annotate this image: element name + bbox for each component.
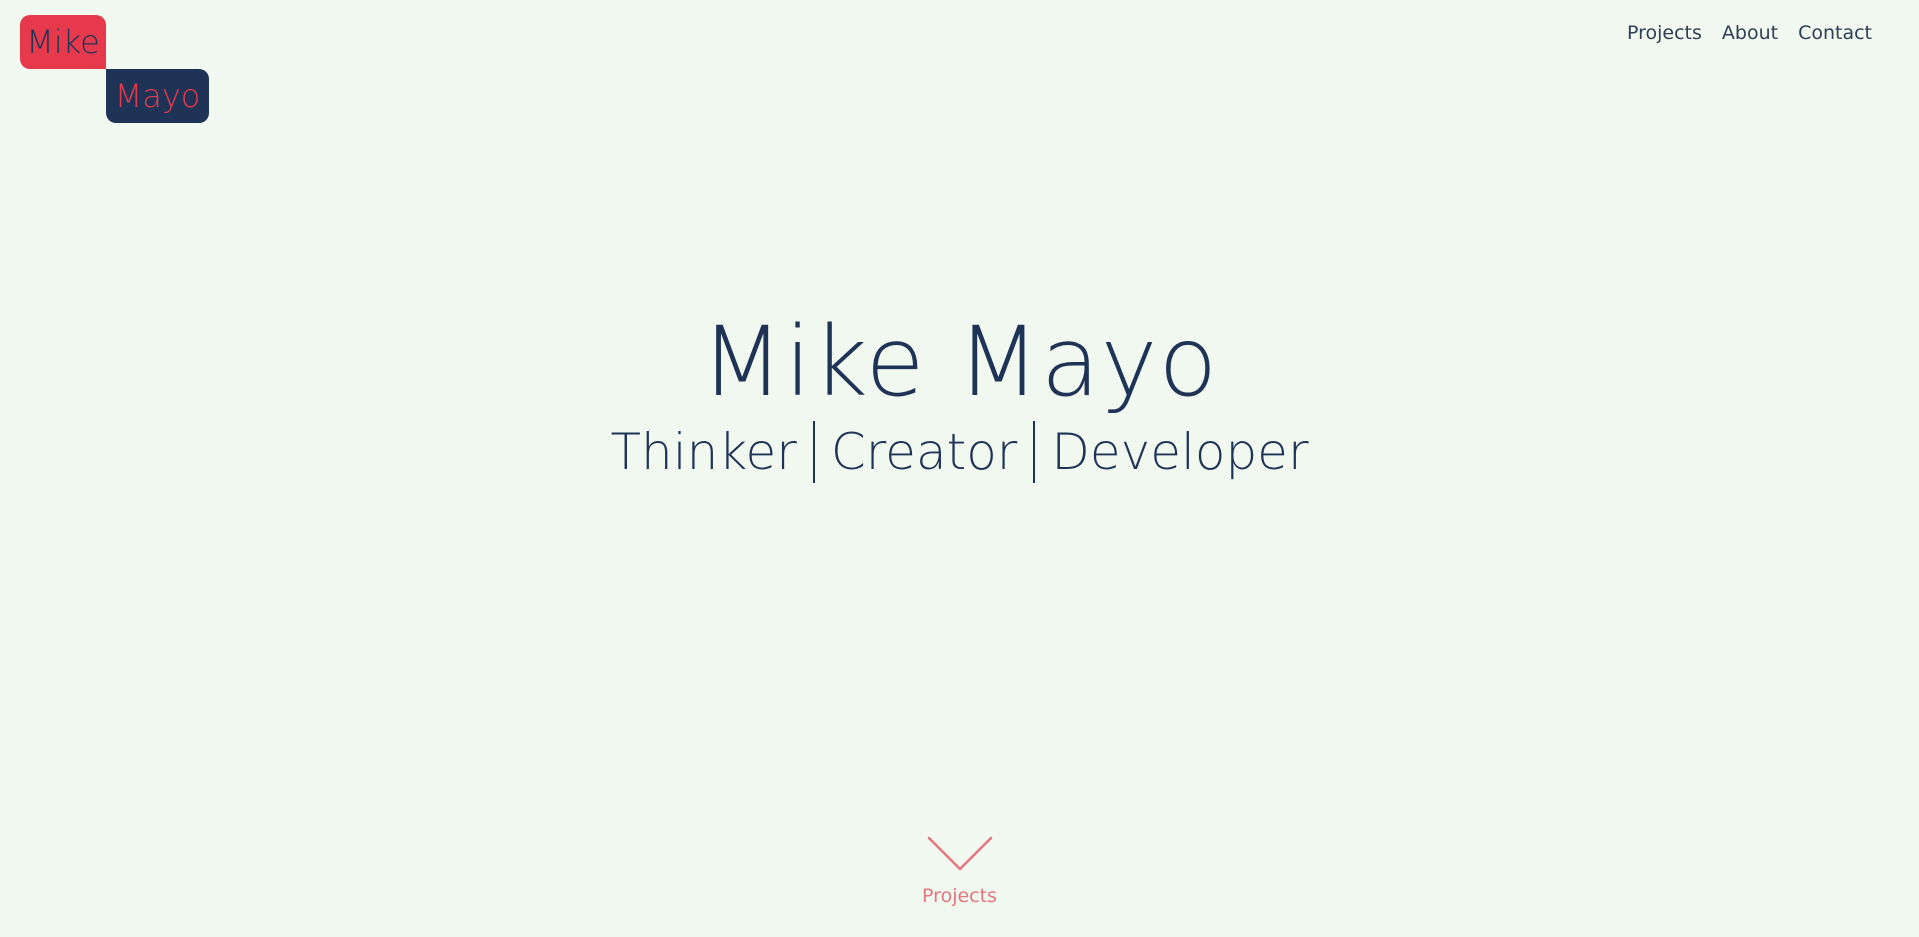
logo-last-name: Mayo — [106, 69, 209, 123]
logo-first-name: Mike — [20, 15, 106, 69]
nav-link-projects[interactable]: Projects — [1627, 20, 1702, 46]
scroll-label: Projects — [922, 885, 997, 907]
hero: Mike Mayo Thinker Creator Developer — [0, 305, 1919, 485]
role-creator: Creator — [830, 423, 1018, 481]
nav-link-about[interactable]: About — [1722, 20, 1778, 46]
role-developer: Developer — [1051, 423, 1309, 481]
chevron-down-icon — [927, 836, 992, 871]
logo[interactable]: Mike Mayo — [20, 15, 210, 125]
hero-title: Mike Mayo — [700, 306, 1219, 418]
role-thinker: Thinker — [610, 423, 797, 481]
hero-roles: Thinker Creator Developer — [0, 419, 1919, 485]
top-nav: Projects About Contact — [1627, 20, 1872, 46]
scroll-to-projects[interactable]: Projects — [0, 836, 1919, 908]
nav-link-contact[interactable]: Contact — [1798, 20, 1872, 46]
role-divider — [812, 421, 815, 483]
role-divider — [1033, 421, 1036, 483]
